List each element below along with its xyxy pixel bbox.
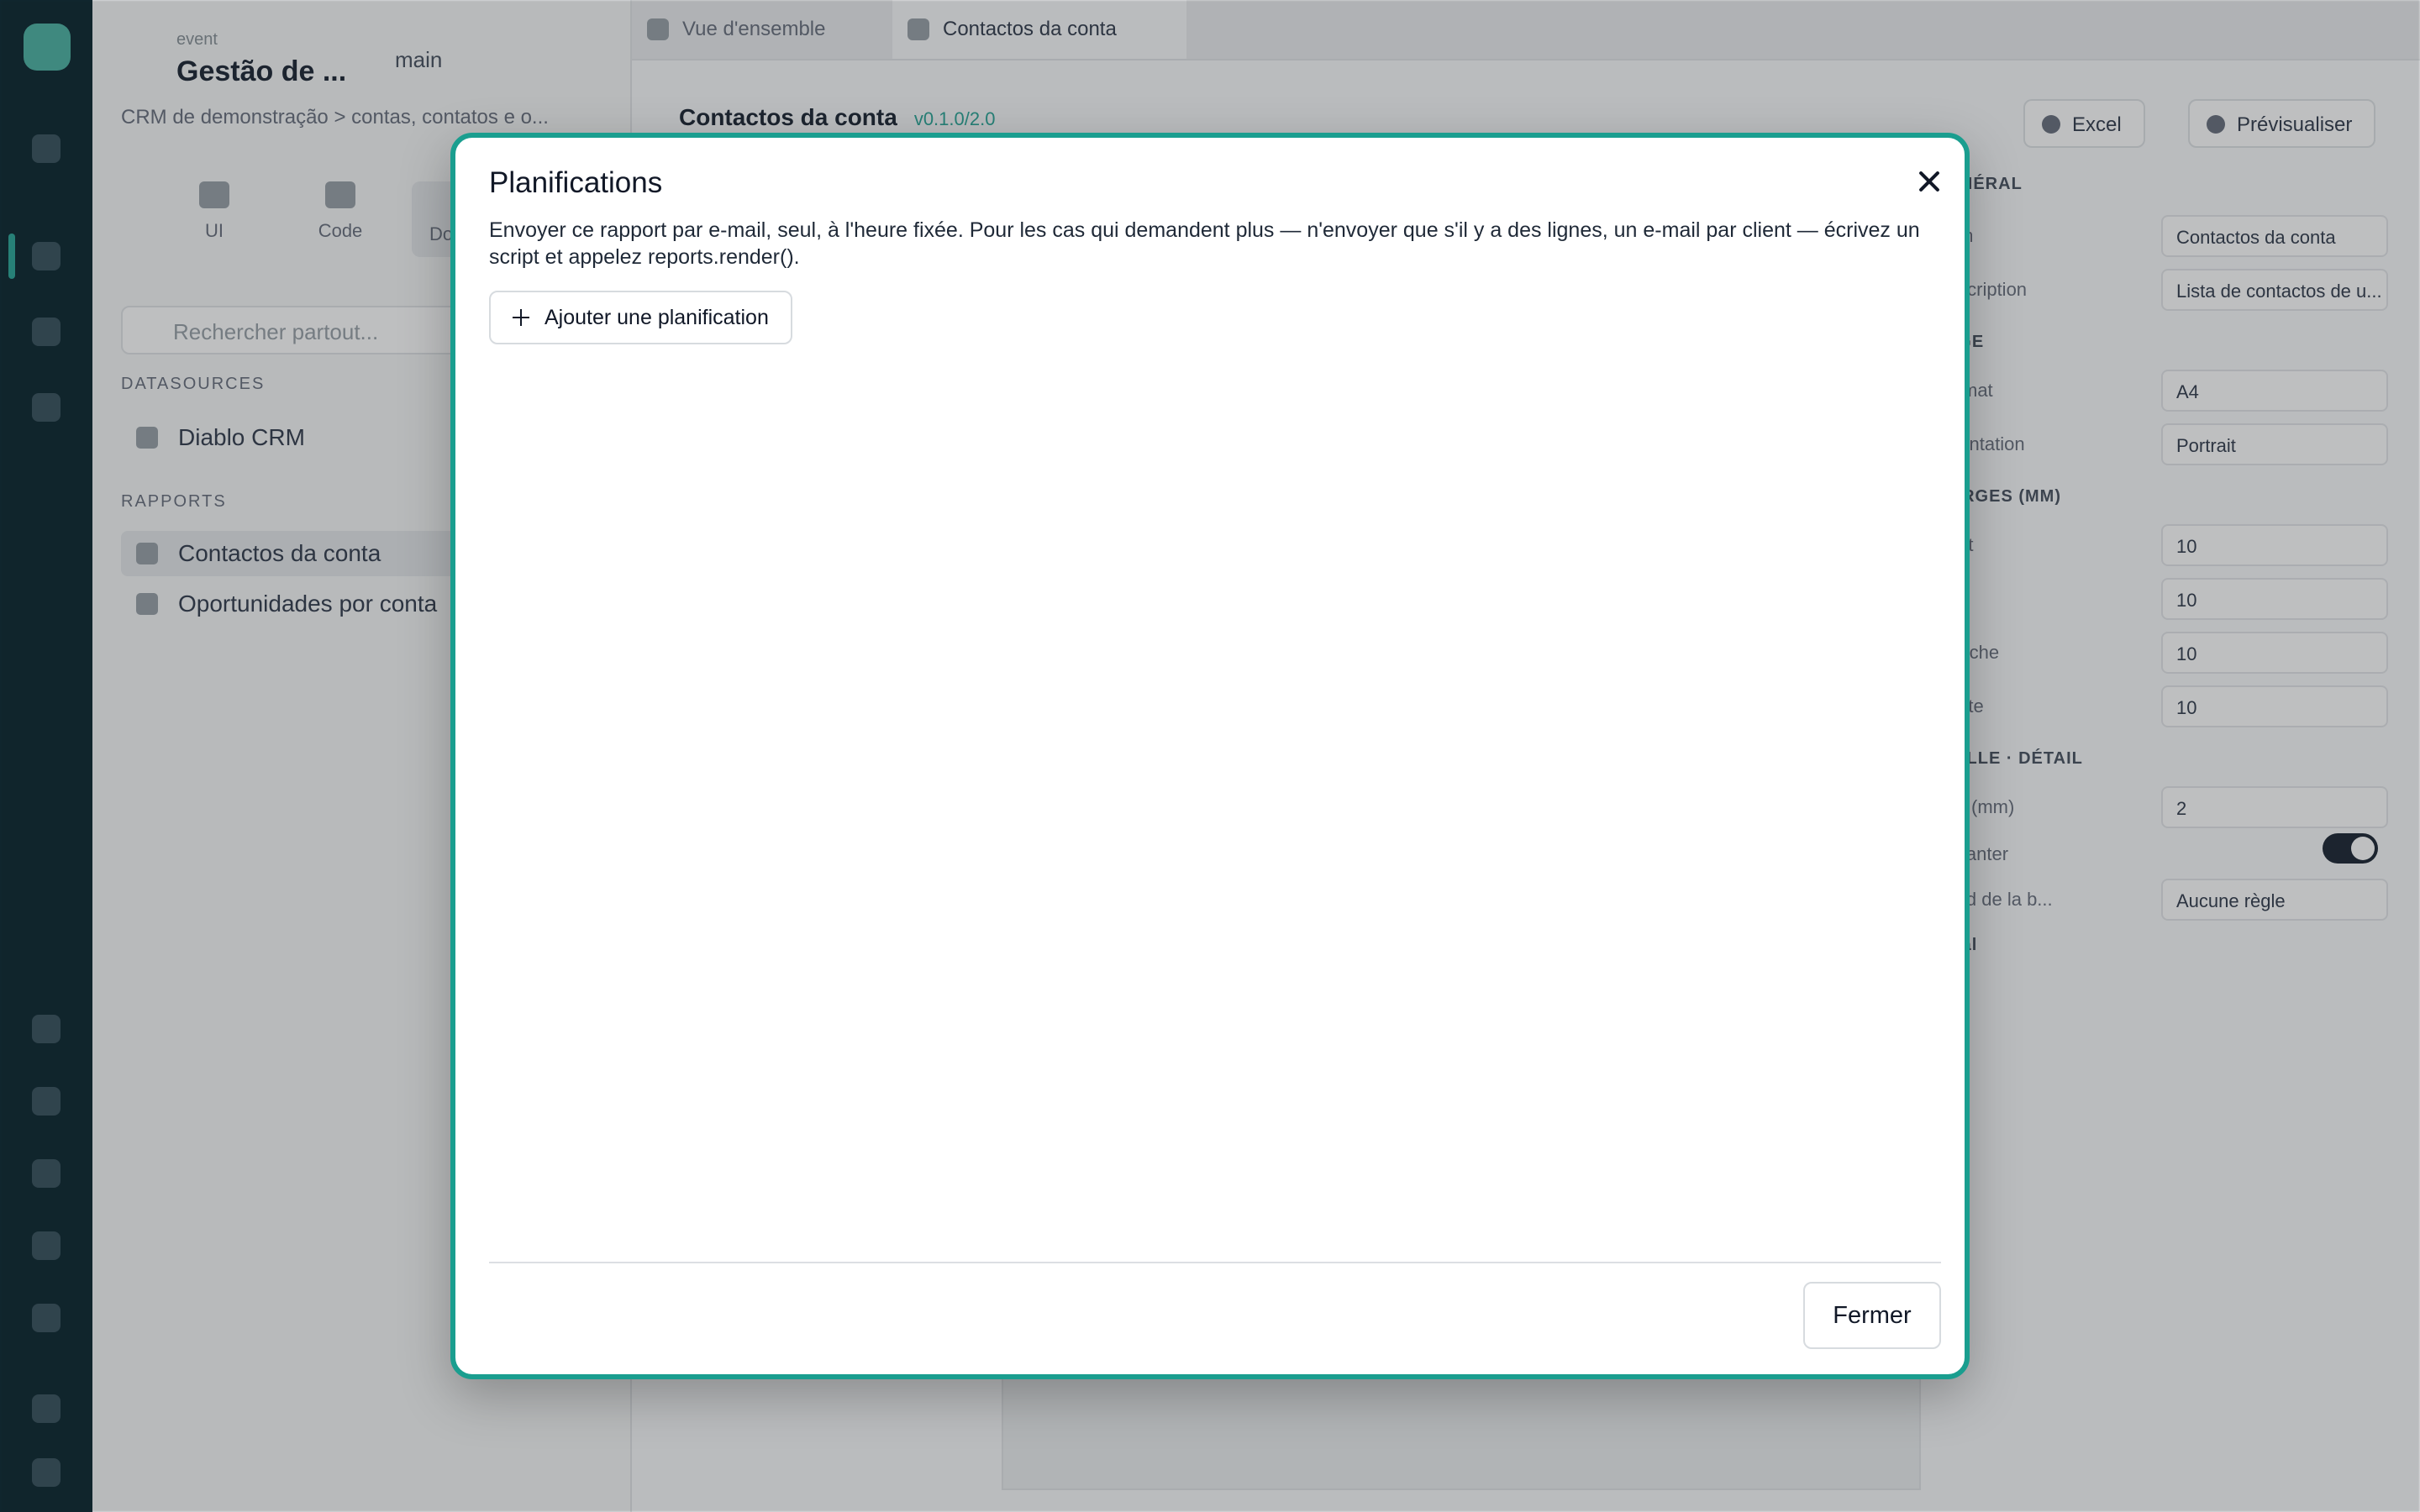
close-button[interactable]: Fermer bbox=[1803, 1282, 1941, 1349]
dialog-title: Planifications bbox=[489, 166, 663, 199]
close-icon[interactable] bbox=[1912, 165, 1946, 198]
add-schedule-label: Ajouter une planification bbox=[544, 306, 769, 329]
footer-divider bbox=[489, 1262, 1941, 1263]
add-schedule-button[interactable]: Ajouter une planification bbox=[489, 291, 792, 344]
dialog-description: Envoyer ce rapport par e-mail, seul, à l… bbox=[489, 218, 1920, 269]
schedules-dialog: Planifications Envoyer ce rapport par e-… bbox=[450, 133, 1970, 1379]
plus-icon bbox=[513, 309, 529, 326]
